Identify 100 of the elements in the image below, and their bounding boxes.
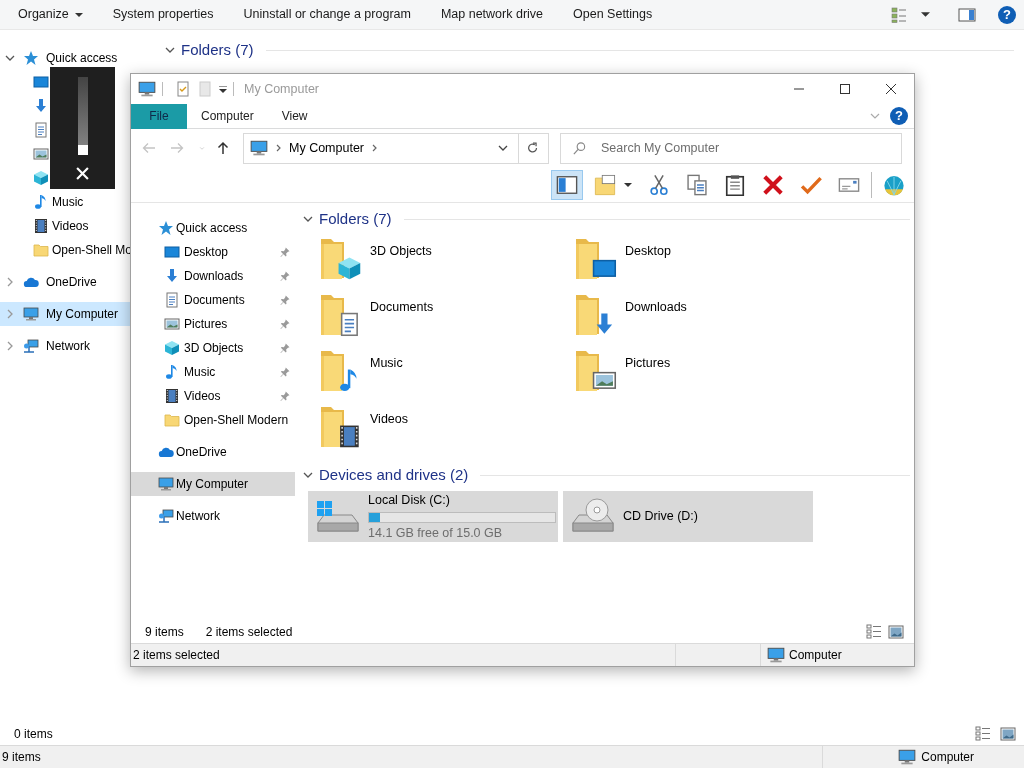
pin-icon[interactable] [279, 318, 291, 330]
pin-icon[interactable] [279, 366, 291, 378]
nav-item[interactable]: Videos [131, 384, 295, 408]
pin-icon[interactable] [279, 390, 291, 402]
close-icon [886, 84, 896, 94]
film-icon [33, 218, 49, 234]
drive-tile[interactable]: CD Drive (D:) [563, 491, 813, 542]
dropdown-icon[interactable] [497, 145, 508, 151]
pin-icon[interactable] [279, 246, 291, 258]
close-icon[interactable] [76, 167, 89, 180]
music-note-icon [164, 364, 180, 380]
drive-tile[interactable]: Local Disk (C:) 14.1 GB free of 15.0 GB [308, 491, 558, 542]
picture-icon [164, 316, 180, 332]
chevron-down-icon[interactable] [303, 214, 313, 224]
chevron-right-icon[interactable] [5, 277, 15, 287]
collapse-ribbon-icon[interactable] [870, 113, 880, 119]
picture-icon [33, 146, 49, 162]
large-icons-view-icon[interactable] [888, 624, 904, 640]
nav-item[interactable]: OneDrive [0, 270, 130, 294]
folder-item[interactable]: Downloads [573, 291, 828, 347]
search-icon [572, 140, 587, 156]
toolbar-command[interactable]: Map network drive [440, 7, 544, 22]
nav-item[interactable]: Music [0, 190, 130, 214]
breadcrumb[interactable]: My Computer [289, 140, 365, 156]
chevron-down-icon[interactable] [303, 470, 313, 480]
nav-item[interactable]: Videos [0, 214, 130, 238]
properties-icon[interactable] [175, 81, 191, 97]
nav-item[interactable]: Documents [131, 288, 295, 312]
desktop-icon [33, 74, 49, 90]
computer-icon [138, 80, 156, 98]
chevron-down-icon[interactable] [5, 53, 15, 63]
download-arrow-icon [33, 98, 49, 114]
toolbar-button[interactable] [551, 169, 583, 200]
details-view-icon[interactable] [866, 624, 882, 640]
desktop-icon [164, 244, 180, 260]
nav-item[interactable]: 3D Objects [131, 336, 295, 360]
pin-icon[interactable] [279, 294, 291, 306]
star-icon [23, 50, 39, 66]
folder-item[interactable]: 3D Objects [318, 235, 573, 291]
customize-caret-icon[interactable] [219, 85, 227, 93]
nav-item[interactable]: My Computer [131, 472, 295, 496]
group-header[interactable]: Folders (7) [181, 41, 254, 59]
nav-item[interactable]: Network [131, 504, 295, 528]
chevron-right-icon[interactable] [276, 144, 281, 152]
toolbar-command[interactable]: System properties [112, 7, 214, 22]
refresh-button[interactable] [518, 132, 549, 164]
star-icon [158, 220, 174, 236]
clipboard-icon [724, 173, 746, 196]
nav-item[interactable]: Quick access [131, 216, 295, 240]
item-count: 9 items [145, 624, 184, 640]
search-field[interactable]: Search My Computer [560, 132, 902, 164]
nav-item[interactable]: Quick access [0, 46, 130, 70]
file-menu[interactable]: File [131, 103, 187, 129]
folder-item[interactable]: Music [318, 347, 573, 403]
ribbon-tab[interactable]: View [267, 103, 322, 129]
caret-icon [74, 12, 83, 17]
details-view-icon[interactable] [975, 726, 991, 742]
caret-icon [624, 182, 632, 187]
pin-icon[interactable] [279, 342, 291, 354]
nav-item[interactable]: Music [131, 360, 295, 384]
music-note-icon [33, 194, 49, 210]
computer-icon [767, 646, 785, 664]
preview-pane-icon[interactable] [958, 6, 976, 23]
status-text: 9 items [1, 749, 41, 765]
toolbar-command[interactable]: Uninstall or change a program [243, 7, 411, 22]
volume-slider[interactable] [77, 77, 88, 155]
chevron-down-icon[interactable] [165, 45, 175, 55]
nav-item[interactable]: Downloads [131, 264, 295, 288]
pin-icon[interactable] [279, 270, 291, 282]
nav-item[interactable]: Desktop [131, 240, 295, 264]
nav-item[interactable]: Network [0, 334, 130, 358]
item-count: 0 items [14, 726, 53, 742]
document-icon [33, 122, 49, 138]
toolbar-command[interactable]: Open Settings [573, 7, 653, 22]
nav-item[interactable]: OneDrive [131, 440, 295, 464]
address-bar[interactable]: My Computer [243, 132, 519, 164]
up-button[interactable] [215, 140, 231, 156]
computer-icon [23, 306, 39, 322]
folder-item[interactable]: Desktop [573, 235, 828, 291]
folder-item[interactable]: Pictures [573, 347, 828, 403]
group-header[interactable]: Devices and drives (2) [319, 466, 469, 484]
organize-menu[interactable]: Organize [18, 7, 83, 22]
chevron-right-icon[interactable] [372, 144, 378, 152]
folder-item[interactable]: Documents [318, 291, 573, 347]
help-icon[interactable]: ? [998, 5, 1016, 24]
nav-item[interactable]: Pictures [131, 312, 295, 336]
large-icons-view-icon[interactable] [1000, 726, 1016, 742]
group-header[interactable]: Folders (7) [319, 210, 392, 228]
folder-icon [594, 173, 616, 196]
chevron-right-icon[interactable] [5, 341, 15, 351]
folder-item[interactable]: Videos [318, 403, 573, 459]
view-options-icon[interactable] [891, 6, 907, 23]
caret-icon[interactable] [921, 12, 930, 17]
nav-item[interactable]: My Computer [0, 302, 130, 326]
ribbon-tab[interactable]: Computer [187, 103, 268, 129]
status-location: Computer [767, 646, 842, 664]
nav-item[interactable]: Open-Shell Modern [131, 408, 295, 432]
cube-icon [33, 170, 49, 186]
help-icon[interactable]: ? [890, 107, 908, 125]
status-text: 2 items selected [132, 647, 220, 663]
